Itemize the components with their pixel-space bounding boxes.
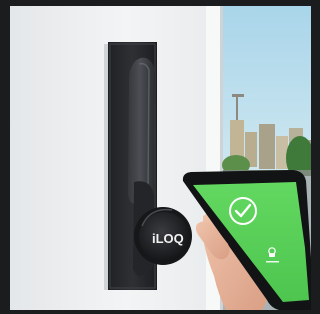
lock-shadow — [104, 44, 108, 290]
top-edge — [0, 0, 311, 6]
product-photo: iLOQ — [0, 0, 311, 314]
lock-brand-logo: iLOQ — [152, 231, 184, 246]
photo-canvas: iLOQ — [0, 0, 311, 314]
bottom-edge — [0, 310, 311, 314]
phone-status-caption — [266, 261, 279, 263]
left-edge — [0, 0, 10, 314]
